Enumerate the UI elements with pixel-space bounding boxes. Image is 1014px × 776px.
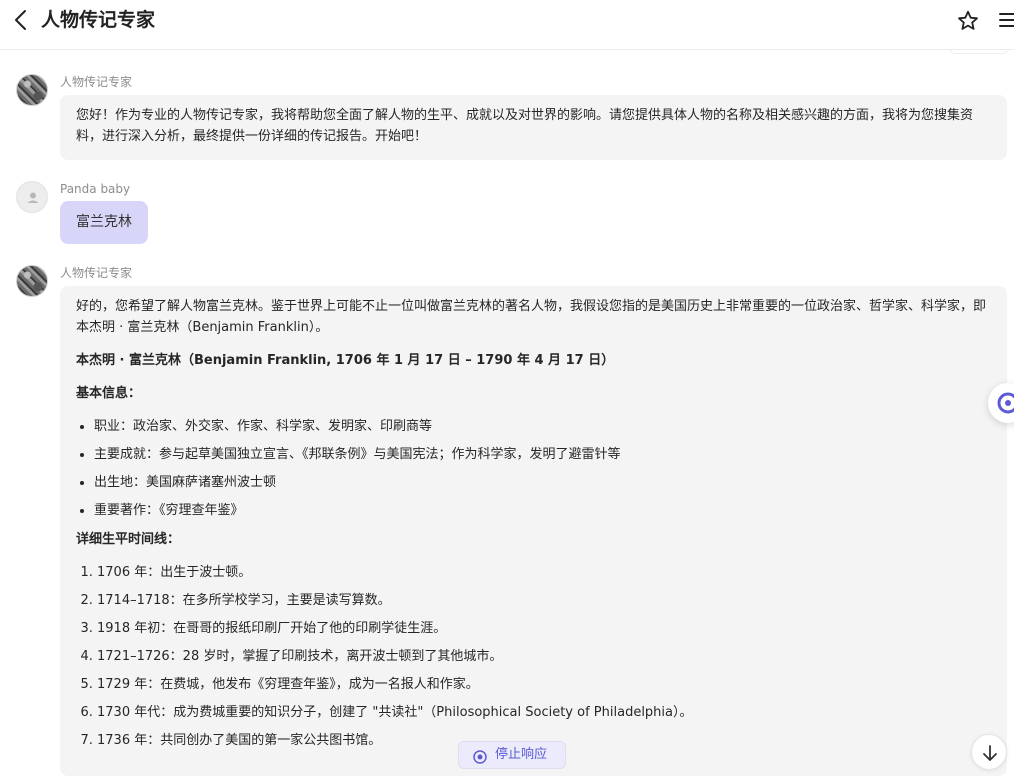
star-icon[interactable] bbox=[956, 9, 980, 33]
list-item: 1918 年初：在哥哥的报纸印刷厂开始了他的印刷学徒生涯。 bbox=[97, 618, 991, 639]
basic-info-list: 职业：政治家、外交家、作家、科学家、发明家、印刷商等 主要成就：参与起草美国独立… bbox=[76, 416, 991, 521]
list-item: 职业：政治家、外交家、作家、科学家、发明家、印刷商等 bbox=[94, 416, 991, 437]
intro-paragraph: 好的，您希望了解人物富兰克林。鉴于世界上可能不止一位叫做富兰克林的著名人物，我假… bbox=[76, 299, 987, 335]
user-avatar bbox=[16, 181, 48, 213]
list-item: 1729 年：在费城，他发布《穷理查年鉴》，成为一名报人和作家。 bbox=[97, 674, 991, 695]
list-item: 1721–1726：28 岁时，掌握了印刷技术，离开波士顿到了其他城市。 bbox=[97, 646, 991, 667]
sender-name: 人物传记专家 bbox=[60, 266, 133, 280]
list-item: 1706 年：出生于波士顿。 bbox=[97, 562, 991, 583]
top-bar: 人物传记专家 bbox=[0, 0, 1014, 50]
timeline-list: 1706 年：出生于波士顿。 1714–1718：在多所学校学习，主要是读写算数… bbox=[76, 562, 991, 751]
section-title: 详细生平时间线： bbox=[76, 532, 181, 547]
list-item: 1714–1718：在多所学校学习，主要是读写算数。 bbox=[97, 590, 991, 611]
list-item: 重要著作：《穷理查年鉴》 bbox=[94, 500, 991, 521]
bot-avatar bbox=[16, 265, 48, 297]
bio-heading: 本杰明 · 富兰克林（Benjamin Franklin, 1706 年 1 月… bbox=[76, 353, 615, 368]
list-item: 主要成就：参与起草美国独立宣言、《邦联条例》与美国宪法；作为科学家，发明了避雷针… bbox=[94, 444, 991, 465]
sender-name: Panda baby bbox=[60, 182, 131, 196]
page-title: 人物传记专家 bbox=[41, 9, 156, 31]
scroll-down-button[interactable] bbox=[971, 734, 1007, 770]
back-chevron-icon[interactable] bbox=[10, 8, 32, 32]
bot-message-bubble: 好的，您希望了解人物富兰克林。鉴于世界上可能不止一位叫做富兰克林的著名人物，我假… bbox=[60, 286, 1007, 776]
user-message-bubble: 富兰克林 bbox=[60, 201, 148, 244]
stop-response-button[interactable]: 停止响应 bbox=[458, 741, 566, 769]
stop-label: 停止响应 bbox=[495, 747, 548, 762]
list-item: 1730 年代：成为费城重要的知识分子，创建了 "共读社"（Philosophi… bbox=[97, 702, 991, 723]
list-item: 出生地：美国麻萨诸塞州波士顿 bbox=[94, 472, 991, 493]
assistant-float-button[interactable] bbox=[988, 383, 1014, 423]
menu-icon[interactable] bbox=[997, 9, 1014, 31]
message-text: 富兰克林 bbox=[76, 214, 132, 230]
bot-avatar bbox=[16, 74, 48, 106]
sender-name: 人物传记专家 bbox=[60, 75, 133, 89]
stop-circle-icon bbox=[473, 748, 487, 764]
section-title: 基本信息： bbox=[76, 386, 142, 401]
bot-message-bubble: 您好！作为专业的人物传记专家，我将帮助您全面了解人物的生平、成就以及对世界的影响… bbox=[60, 95, 1007, 160]
message-text: 您好！作为专业的人物传记专家，我将帮助您全面了解人物的生平、成就以及对世界的影响… bbox=[76, 108, 974, 144]
